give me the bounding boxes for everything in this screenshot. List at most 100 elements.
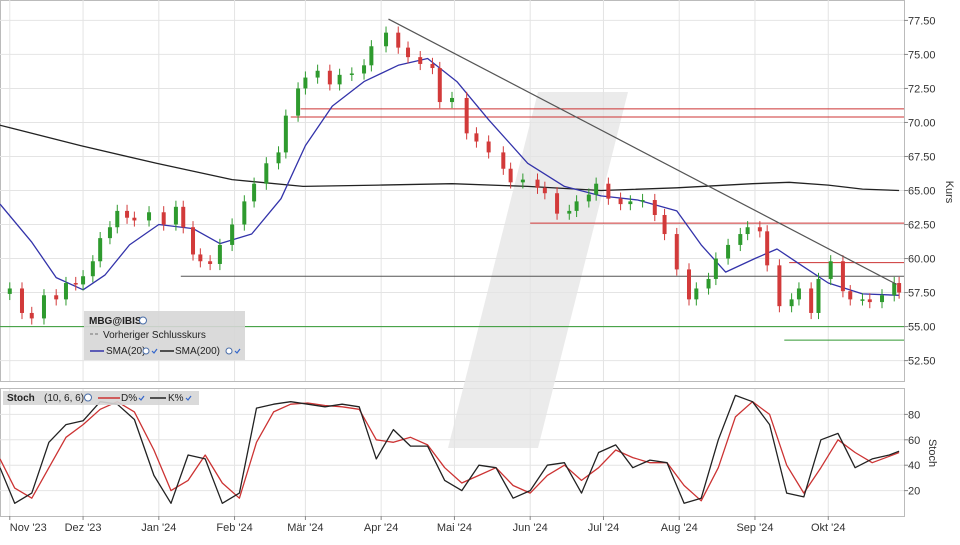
candle-body [362, 65, 367, 74]
candle-body [132, 217, 137, 221]
candle-body [125, 210, 130, 218]
price-y-tick-label: 70.00 [908, 117, 936, 129]
candle-body [90, 261, 95, 277]
x-ticks: Nov '23 Dez '23 Jan '24 Feb '24 Mär '24 Apr '… [9, 516, 846, 534]
price-y-tick-label: 57.50 [908, 288, 936, 300]
candle-body [264, 163, 269, 184]
candle-body [738, 234, 743, 245]
candle-body [63, 283, 68, 300]
candle-body [115, 210, 120, 228]
y-axis-label: Kurs [943, 181, 955, 204]
candle-body [789, 299, 794, 307]
x-tick-label: Jun '24 [513, 522, 548, 534]
x-tick-label: Sep '24 [736, 522, 773, 534]
price-legend: MBG@IBIS Vorheriger Schlusskurs SMA(20) … [84, 311, 245, 360]
candle-body [107, 227, 112, 239]
chart-svg: 52.50 55.00 57.50 60.00 62.50 65.00 67.50 70.00… [0, 0, 955, 534]
price-y-tick-label: 52.50 [908, 356, 936, 368]
price-y-tick-label: 65.00 [908, 186, 936, 198]
x-tick-label: Dez '23 [65, 522, 102, 534]
candle-body [303, 77, 308, 89]
candle-body [98, 238, 103, 262]
stoch-info-icon[interactable] [84, 393, 92, 402]
stoch-panel-frame [0, 388, 905, 517]
candle-body [606, 183, 611, 199]
stoch-y-tick-label: 40 [908, 460, 920, 472]
x-tick-label: Aug '24 [661, 522, 698, 534]
candle-body [501, 152, 506, 169]
candle-body [181, 206, 186, 228]
x-tick-label: Feb '24 [216, 522, 252, 534]
candle-body [327, 70, 332, 85]
candle-body [816, 278, 821, 313]
candle-body [809, 288, 814, 313]
x-tick-label: Jan '24 [141, 522, 176, 534]
stoch-params: (10, 6, 6) [44, 393, 84, 404]
price-y-tick-label: 72.50 [908, 83, 936, 95]
candle-body [276, 152, 281, 164]
candle-body [796, 288, 801, 300]
x-tick-label: Okt '24 [811, 522, 846, 534]
legend-title: MBG@IBIS [89, 316, 142, 327]
price-y-tick-label: 55.00 [908, 322, 936, 334]
candle-body [217, 244, 222, 264]
candle-body [315, 70, 320, 78]
candle-body [464, 97, 469, 134]
x-tick-label: Jul '24 [588, 522, 619, 534]
candle-body [73, 283, 78, 285]
stoch-y-tick-label: 60 [908, 435, 920, 447]
candle-body [7, 288, 12, 294]
candle-body [406, 47, 411, 58]
candle-body [897, 283, 902, 293]
candle-body [173, 206, 178, 225]
chart-container: 52.50 55.00 57.50 60.00 62.50 65.00 67.50 70.00… [0, 0, 960, 540]
candle-body [694, 288, 699, 300]
candle-body [860, 299, 865, 301]
candle-body [430, 63, 435, 69]
candle-body [828, 261, 833, 279]
candle-body [757, 227, 762, 232]
candle-body [29, 312, 34, 319]
legend-sma200-info-icon[interactable] [225, 347, 233, 355]
candle-body [437, 68, 442, 103]
stoch-d-label: D% [121, 393, 137, 404]
candle-body [652, 200, 657, 215]
candle-body [450, 97, 454, 103]
x-tick-label: Apr '24 [364, 522, 399, 534]
stoch-y-ticks: 20 40 60 80 [904, 409, 920, 498]
candle-body [369, 46, 374, 66]
candle-body [283, 115, 288, 153]
candle-body [892, 283, 897, 296]
stoch-y-tick-label: 20 [908, 486, 920, 498]
legend-info-icon[interactable] [139, 316, 147, 325]
candle-body [242, 201, 247, 225]
candle-body [574, 201, 579, 211]
candle-body [586, 194, 591, 202]
candle-body [296, 88, 301, 116]
candle-body [474, 133, 479, 142]
price-y-ticks: 52.50 55.00 57.50 60.00 62.50 65.00 67.50 70.00… [904, 15, 936, 368]
price-y-tick-label: 62.50 [908, 220, 936, 232]
legend-sma20-info-icon[interactable] [142, 347, 150, 355]
candle-body [594, 183, 599, 195]
price-y-tick-label: 77.50 [908, 15, 936, 27]
candle-body [745, 227, 750, 235]
candle-body [252, 183, 257, 202]
candle-body [706, 278, 711, 289]
stoch-y-tick-label: 80 [908, 409, 920, 421]
candle-body [508, 168, 513, 183]
candle-body [555, 193, 560, 214]
x-tick-label: Nov '23 [10, 522, 47, 534]
legend-prevclose-label: Vorheriger Schlusskurs [103, 330, 206, 341]
candle-body [147, 212, 152, 221]
legend-sma200-label: SMA(200) [175, 346, 220, 357]
candle-body [81, 276, 86, 285]
candle-body [198, 254, 203, 262]
price-y-tick-label: 75.00 [908, 49, 936, 61]
price-y-tick-label: 60.00 [908, 254, 936, 266]
stoch-k-label: K% [168, 393, 184, 404]
price-y-tick-label: 67.50 [908, 151, 936, 163]
candle-body [208, 261, 213, 264]
candle-body [520, 179, 525, 183]
stoch-title: Stoch [7, 393, 35, 404]
